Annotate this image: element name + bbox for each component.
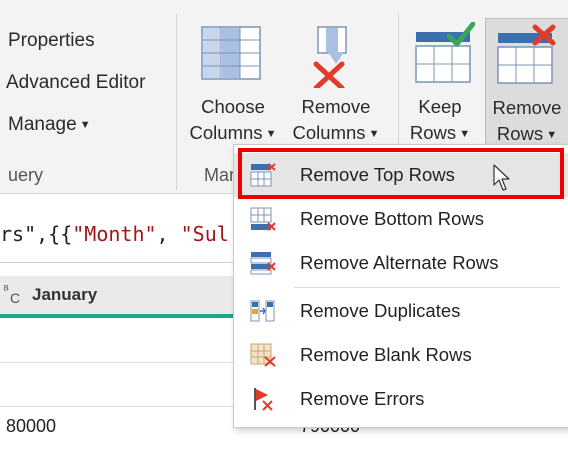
menu-item-label: Remove Errors [300,388,425,409]
choose-columns-line1: Choose [201,96,265,117]
remove-blank-rows-icon [250,343,276,367]
remove-columns-line1: Remove [301,96,371,117]
remove-columns-line2: Columns [292,122,366,143]
chevron-down-icon: ▼ [456,128,471,140]
column-header-name: January [32,285,98,304]
keep-rows-line1: Keep [418,96,462,117]
remove-rows-icon [497,23,557,90]
choose-columns-button[interactable]: Choose Columns ▼ [186,94,280,147]
remove-duplicates-icon [250,299,276,323]
keep-rows-button[interactable]: Keep Rows ▼ [402,94,478,147]
menu-item-remove-blank-rows[interactable]: Remove Blank Rows [234,333,568,377]
menu-item-label: Remove Duplicates [300,300,461,321]
remove-columns-icon [306,26,366,93]
remove-rows-button[interactable]: Remove Rows ▼ [485,18,568,150]
column-type-label: C [10,290,21,306]
menu-item-label: Remove Alternate Rows [300,252,499,273]
menu-item-label: Remove Blank Rows [300,344,472,365]
query-group-label: uery [8,165,44,185]
keep-rows-icon [415,21,476,89]
properties-button[interactable]: Properties [8,30,95,52]
remove-rows-line2: Rows [496,123,544,144]
menu-item-remove-errors[interactable]: Remove Errors [234,377,568,421]
chevron-down-icon: ▼ [262,128,277,140]
column-type-icon: ᴮ [4,284,9,296]
keep-rows-line2: Rows [409,122,457,143]
remove-alternate-rows-icon [250,251,276,275]
chevron-down-icon: ▼ [543,129,558,141]
table-cell: 80000 [6,416,57,436]
menu-item-remove-duplicates[interactable]: Remove Duplicates [234,289,568,333]
remove-rows-line1: Remove [492,97,562,118]
manage-label: Manage [8,114,77,135]
manage-columns-group-label: Mar [204,165,235,185]
remove-columns-button[interactable]: Remove Columns ▼ [286,94,386,147]
manage-dropdown[interactable]: Manage ▼ [8,114,91,136]
remove-errors-icon [250,387,276,411]
menu-item-remove-alternate-rows[interactable]: Remove Alternate Rows [234,241,568,285]
chevron-down-icon: ▼ [365,128,380,140]
choose-columns-icon [201,26,263,89]
highlight-box [238,148,564,199]
formula-text-prefix: rs",{{ [0,222,73,246]
choose-columns-line2: Columns [189,122,263,143]
menu-separator [294,287,560,288]
menu-item-remove-bottom-rows[interactable]: Remove Bottom Rows [234,197,568,241]
formula-text-separator: , [156,222,181,246]
remove-bottom-rows-icon [250,207,276,231]
chevron-down-icon: ▼ [76,119,91,131]
group-separator [176,14,177,190]
mouse-cursor-icon [493,164,513,197]
menu-item-label: Remove Bottom Rows [300,208,485,229]
formula-string-month: "Month" [72,222,157,246]
formula-string-sul: "Sul [180,222,229,246]
advanced-editor-button[interactable]: Advanced Editor [6,72,145,94]
